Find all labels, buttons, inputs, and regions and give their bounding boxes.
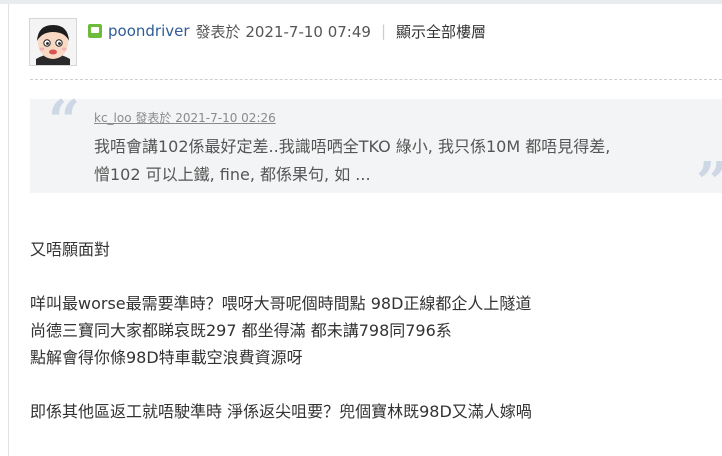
quote-text-line: 我唔會講102係最好定差..我識唔哂全TKO 綠小, 我只係10M 都唔見得差, bbox=[94, 137, 611, 156]
avatar[interactable] bbox=[29, 18, 77, 66]
cartoon-face-icon bbox=[30, 19, 76, 65]
post-body-line: 點解會得你條98D特車載空浪費資源呀 bbox=[30, 348, 303, 367]
open-quote-icon: “ bbox=[48, 88, 81, 154]
header-divider bbox=[30, 79, 722, 80]
quote-text-line: 憎102 可以上鐵, fine, 都係果句, 如 ... bbox=[94, 165, 371, 184]
posted-label: 發表於 bbox=[195, 22, 241, 41]
quote-datetime: 2021-7-10 02:26 bbox=[175, 111, 276, 125]
close-quote-icon: ” bbox=[696, 155, 722, 211]
post-body-line: 咩叫最worse最需要準時？喂呀大哥呢個時間點 98D正線都企人上隧道 bbox=[30, 294, 532, 313]
quote-author-link[interactable]: kc_loo 發表於 2021-7-10 02:26 bbox=[94, 109, 276, 126]
quote-posted-label: 發表於 bbox=[135, 111, 172, 125]
header-separator: | bbox=[380, 22, 386, 40]
post-meta: 發表於 2021-7-10 07:49 bbox=[196, 21, 371, 42]
post-body-line: 又唔願面對 bbox=[30, 240, 111, 259]
page-top-border bbox=[0, 0, 722, 4]
show-all-floors-link[interactable]: 顯示全部樓層 bbox=[396, 21, 486, 42]
post-body-line: 即係其他區返工就唔駛準時 淨係返尖咀要？兜個寶林既98D又滿人嫁喎 bbox=[30, 402, 532, 421]
author-link[interactable]: poondriver bbox=[108, 22, 190, 40]
post-header: poondriver 發表於 2021-7-10 07:49 | 顯示全部樓層 bbox=[88, 20, 486, 42]
quote-author: kc_loo bbox=[94, 111, 132, 125]
post-datetime: 2021-7-10 07:49 bbox=[245, 22, 371, 41]
post-left-border bbox=[8, 4, 9, 456]
post-body-line: 尚德三寶同大家都睇哀既297 都坐得滿 都未講798同796系 bbox=[30, 321, 452, 340]
quote-block: “ kc_loo 發表於 2021-7-10 02:26 我唔會講102係最好定… bbox=[30, 93, 722, 211]
online-status-icon bbox=[88, 24, 102, 38]
